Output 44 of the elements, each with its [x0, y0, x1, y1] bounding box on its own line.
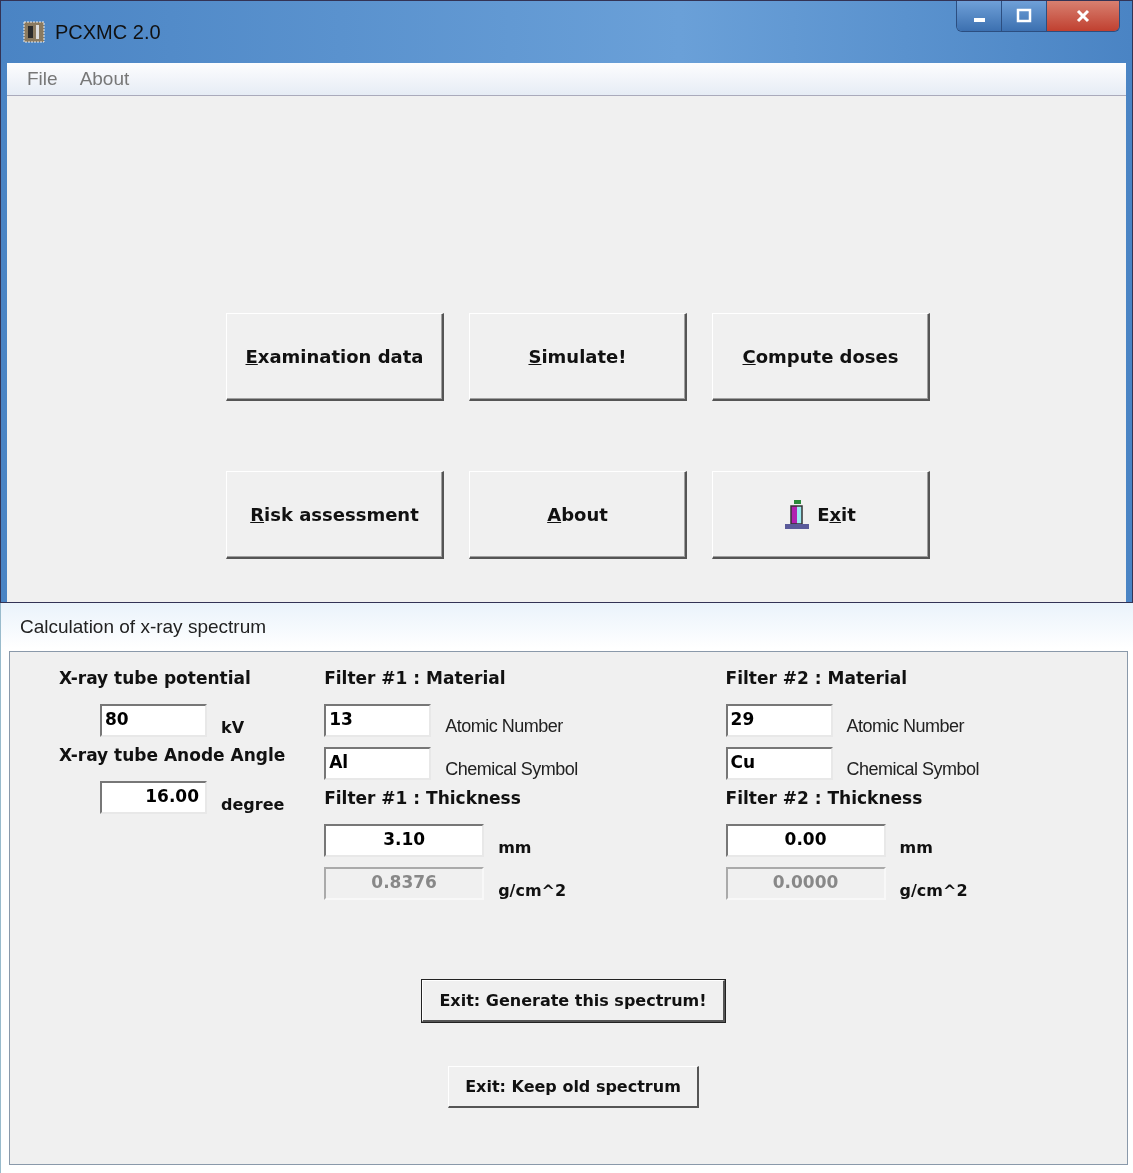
input-field[interactable]: Cu	[725, 747, 833, 780]
command-button[interactable]: Exit	[712, 471, 930, 559]
minimize-button[interactable]	[957, 1, 1002, 31]
field-caption: Chemical Symbol	[445, 759, 578, 780]
input-field[interactable]: 29	[725, 704, 833, 737]
maximize-icon	[1016, 8, 1032, 24]
unit-label: mm	[899, 838, 933, 857]
command-button[interactable]: About	[469, 471, 687, 559]
action-button[interactable]: Exit: Generate this spectrum!	[422, 980, 725, 1022]
close-button[interactable]	[1047, 1, 1119, 31]
command-button[interactable]: Examination data	[226, 313, 444, 401]
input-field[interactable]: Al	[324, 747, 432, 780]
command-button[interactable]: Risk assessment	[226, 471, 444, 559]
input-field[interactable]: 0.00	[725, 824, 886, 857]
menu-item[interactable]: About	[79, 68, 130, 90]
menu-item[interactable]: File	[27, 68, 58, 90]
field-label: Filter #2 : Thickness	[725, 788, 924, 810]
field-caption: Atomic Number	[846, 716, 965, 737]
field-label: Filter #2 : Material	[725, 668, 909, 690]
door-icon	[785, 499, 810, 530]
field-label: Filter #1 : Material	[324, 668, 507, 690]
unit-label: degree	[221, 795, 285, 814]
field-caption: Atomic Number	[445, 716, 563, 737]
input-field[interactable]: 13	[324, 704, 432, 737]
field-label: X-ray tube Anode Angle	[59, 745, 287, 767]
dialog-title: Calculation of x-ray spectrum	[19, 615, 268, 639]
unit-label: kV	[221, 718, 245, 737]
input-field[interactable]: 16.00	[100, 781, 207, 814]
app-icon	[23, 21, 45, 43]
minimize-icon	[973, 18, 985, 22]
field-label: X-ray tube potential	[59, 668, 252, 690]
maximize-button[interactable]	[1002, 1, 1047, 31]
window-title: PCXMC 2.0	[55, 20, 161, 44]
input-field[interactable]: 3.10	[324, 824, 485, 857]
field-caption: Chemical Symbol	[846, 759, 980, 780]
input-field[interactable]: 80	[100, 704, 207, 737]
action-button[interactable]: Exit: Keep old spectrum	[448, 1066, 699, 1108]
unit-label: mm	[498, 838, 532, 857]
command-button[interactable]: Compute doses	[712, 313, 930, 401]
close-icon	[1075, 8, 1091, 24]
unit-label: g/cm^2	[899, 881, 968, 900]
field-label: Filter #1 : Thickness	[324, 788, 522, 810]
command-button[interactable]: Simulate!	[469, 313, 687, 401]
unit-label: g/cm^2	[498, 881, 567, 900]
